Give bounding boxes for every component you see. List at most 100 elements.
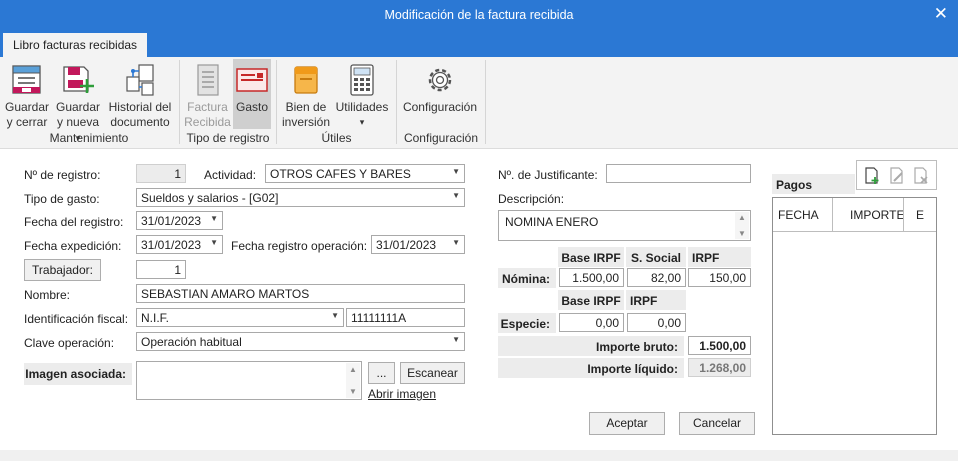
identificacion-field[interactable]: 11111111A (346, 308, 465, 327)
calculator-icon (345, 62, 379, 98)
nomina-base-field[interactable]: 1.500,00 (559, 268, 624, 287)
invoice-label-2: Recibida (184, 115, 231, 129)
pagos-title: Pagos (772, 174, 855, 194)
imagen-field[interactable]: ▲ ▼ (136, 361, 362, 400)
history-button[interactable]: Historial del documento (106, 59, 174, 129)
expense-button[interactable]: Gasto (233, 59, 271, 129)
justificante-label: Nº. de Justificante: (498, 168, 598, 182)
fecha-operacion-label: Fecha registro operación: (231, 239, 368, 253)
fecha-expedicion-label: Fecha expedición: (24, 239, 122, 253)
importe-liquido-label: Importe líquido: (498, 358, 684, 378)
nomina-irpf-field[interactable]: 150,00 (688, 268, 751, 287)
chevron-down-icon: ▼ (349, 387, 357, 396)
especie-irpf-field[interactable]: 0,00 (627, 313, 686, 332)
tipo-gasto-select[interactable]: Sueldos y salarios - [G02] ▼ (136, 188, 465, 207)
ribbon: Guardar y cerrar Guardar y nueva ▾ Histo… (0, 57, 958, 149)
chevron-down-icon: ▼ (452, 238, 460, 247)
especie-label: Especie: (498, 313, 556, 333)
title-bar: Modificación de la factura recibida ✕ (0, 0, 958, 30)
save-close-label-1: Guardar (4, 100, 50, 114)
fecha-registro-label: Fecha del registro: (24, 215, 124, 229)
pagos-col-fecha[interactable]: FECHA (778, 208, 819, 222)
delete-doc-icon[interactable] (912, 167, 930, 188)
identificacion-tipo-value: N.I.F. (141, 311, 170, 325)
actividad-select[interactable]: OTROS CAFES Y BARES ▼ (265, 164, 465, 183)
nombre-field[interactable]: SEBASTIAN AMARO MARTOS (136, 284, 465, 303)
expense-icon (235, 62, 269, 98)
nomina-header-irpf: IRPF (688, 247, 751, 267)
especie-base-field[interactable]: 0,00 (559, 313, 624, 332)
fecha-expedicion-field[interactable]: 31/01/2023 ▼ (136, 235, 223, 254)
descripcion-value: NOMINA ENERO (505, 215, 599, 229)
aceptar-button[interactable]: Aceptar (589, 412, 665, 435)
clave-label: Clave operación: (24, 336, 115, 350)
actividad-label: Actividad: (204, 168, 257, 182)
tab-strip: Libro facturas recibidas (0, 30, 958, 57)
tab-libro-facturas[interactable]: Libro facturas recibidas (3, 33, 147, 57)
gear-icon (423, 62, 457, 98)
investment-button[interactable]: Bien de inversión (282, 59, 330, 129)
new-doc-icon[interactable] (863, 167, 881, 188)
pagos-table[interactable]: FECHA IMPORTE E (772, 197, 937, 435)
pagos-toolbar (856, 160, 937, 190)
identificacion-label: Identificación fiscal: (24, 312, 129, 326)
registro-label: Nº de registro: (24, 168, 101, 182)
importe-bruto-label: Importe bruto: (498, 336, 684, 356)
fecha-registro-field[interactable]: 31/01/2023 ▼ (136, 211, 223, 230)
group-separator (485, 60, 486, 144)
abrir-imagen-link[interactable]: Abrir imagen (368, 387, 436, 401)
justificante-field[interactable] (606, 164, 751, 183)
invoice-icon (191, 62, 225, 98)
configuration-button[interactable]: Configuración (401, 59, 479, 129)
cancelar-button[interactable]: Cancelar (679, 412, 755, 435)
descripcion-field[interactable]: NOMINA ENERO ▲ ▼ (498, 210, 751, 241)
nombre-label: Nombre: (24, 288, 71, 302)
save-close-icon (10, 62, 44, 98)
scrollbar[interactable]: ▲ ▼ (346, 363, 360, 398)
bottom-bar (0, 450, 958, 461)
investment-label-2: inversión (282, 115, 331, 129)
pagos-col-importe[interactable]: IMPORTE (850, 208, 904, 222)
clave-value: Operación habitual (141, 335, 242, 349)
nomina-header-ss: S. Social (626, 247, 686, 267)
trabajador-field[interactable]: 1 (136, 260, 186, 279)
invoice-button[interactable]: Factura Recibida (184, 59, 231, 129)
pagos-header: FECHA IMPORTE E (773, 198, 936, 232)
chevron-down-icon: ▼ (452, 167, 460, 176)
save-new-button[interactable]: Guardar y nueva ▾ (54, 59, 102, 143)
pagos-col-e[interactable]: E (916, 208, 924, 222)
chevron-up-icon: ▲ (349, 365, 357, 374)
chevron-down-icon: ▾ (359, 117, 365, 127)
history-label-2: documento (110, 115, 170, 129)
close-icon[interactable]: ✕ (934, 4, 948, 24)
tipo-gasto-label: Tipo de gasto: (24, 192, 100, 206)
escanear-button[interactable]: Escanear (400, 362, 465, 384)
importe-bruto-field: 1.500,00 (688, 336, 751, 355)
fecha-operacion-value: 31/01/2023 (376, 238, 437, 252)
identificacion-tipo-select[interactable]: N.I.F. ▼ (136, 308, 344, 327)
utilities-label: Utilidades (335, 100, 389, 114)
fecha-expedicion-value: 31/01/2023 (141, 238, 202, 252)
fecha-operacion-field[interactable]: 31/01/2023 ▼ (371, 235, 465, 254)
column-divider (903, 198, 904, 232)
save-close-button[interactable]: Guardar y cerrar (4, 59, 50, 129)
save-new-icon (61, 62, 95, 98)
chevron-down-icon: ▼ (331, 311, 339, 320)
investment-label-1: Bien de (285, 100, 327, 114)
chevron-up-icon: ▲ (738, 213, 746, 222)
registro-field[interactable]: 1 (136, 164, 186, 183)
group-label-mantenimiento: Mantenimiento (49, 131, 129, 145)
trabajador-button[interactable]: Trabajador: (24, 259, 101, 281)
history-icon (123, 62, 157, 98)
clave-select[interactable]: Operación habitual ▼ (136, 332, 465, 351)
scrollbar[interactable]: ▲ ▼ (735, 212, 749, 239)
utilities-button[interactable]: Utilidades ▾ (334, 59, 390, 129)
chevron-down-icon: ▼ (452, 191, 460, 200)
imagen-browse-button[interactable]: ... (368, 362, 395, 384)
fecha-registro-value: 31/01/2023 (141, 214, 202, 228)
edit-doc-icon[interactable] (888, 167, 906, 188)
chevron-down-icon: ▼ (210, 214, 218, 223)
nomina-ss-field[interactable]: 82,00 (627, 268, 686, 287)
save-new-label-1: Guardar (55, 100, 101, 114)
window-title: Modificación de la factura recibida (384, 8, 574, 22)
